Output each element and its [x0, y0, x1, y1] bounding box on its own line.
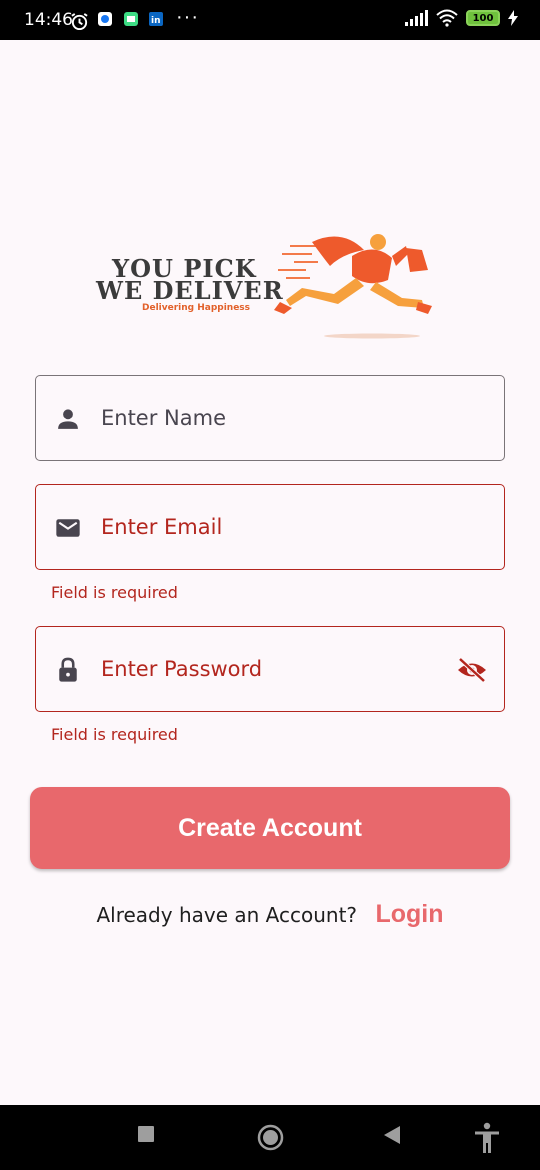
login-row: Already have an Account? Login	[0, 900, 540, 929]
status-right: 100	[404, 9, 518, 27]
email-error-text: Field is required	[51, 583, 178, 602]
password-error-text: Field is required	[51, 725, 178, 744]
email-field[interactable]: Enter Email	[35, 484, 505, 570]
visibility-off-icon[interactable]	[456, 656, 488, 684]
messages-icon	[124, 12, 138, 26]
signal-icon	[405, 10, 428, 26]
login-prompt: Already have an Account?	[96, 903, 358, 927]
delivery-runner-icon	[274, 234, 432, 339]
status-bar: 14:46 in ··· 100	[0, 0, 540, 40]
brand-logo: YOU PICK WE DELIVER Delivering Happiness	[90, 228, 440, 343]
charging-icon	[508, 10, 518, 26]
accessibility-icon[interactable]	[474, 1122, 500, 1154]
logo-tagline: Delivering Happiness	[142, 303, 251, 313]
linkedin-icon: in	[149, 12, 163, 26]
login-link[interactable]: Login	[375, 900, 443, 928]
battery-icon: 100	[466, 10, 500, 26]
svg-text:in: in	[151, 16, 161, 26]
logo-line2: WE DELIVER	[96, 276, 284, 305]
more-notifications-icon: ···	[176, 6, 199, 28]
messenger-icon	[98, 12, 112, 26]
wifi-icon	[436, 9, 458, 27]
mail-icon	[56, 519, 80, 537]
password-field[interactable]: Enter Password	[35, 626, 505, 712]
password-placeholder: Enter Password	[101, 657, 263, 681]
status-time: 14:46	[24, 10, 73, 30]
person-icon	[58, 409, 78, 429]
email-placeholder: Enter Email	[101, 515, 223, 539]
lock-icon	[59, 657, 77, 682]
back-button[interactable]	[383, 1125, 401, 1145]
create-account-button[interactable]: Create Account	[30, 787, 510, 869]
navigation-bar	[0, 1105, 540, 1170]
name-placeholder: Enter Name	[101, 406, 226, 430]
name-field[interactable]: Enter Name	[35, 375, 505, 461]
alarm-icon	[71, 13, 88, 31]
home-button[interactable]	[257, 1124, 284, 1151]
recents-button[interactable]	[137, 1125, 155, 1143]
